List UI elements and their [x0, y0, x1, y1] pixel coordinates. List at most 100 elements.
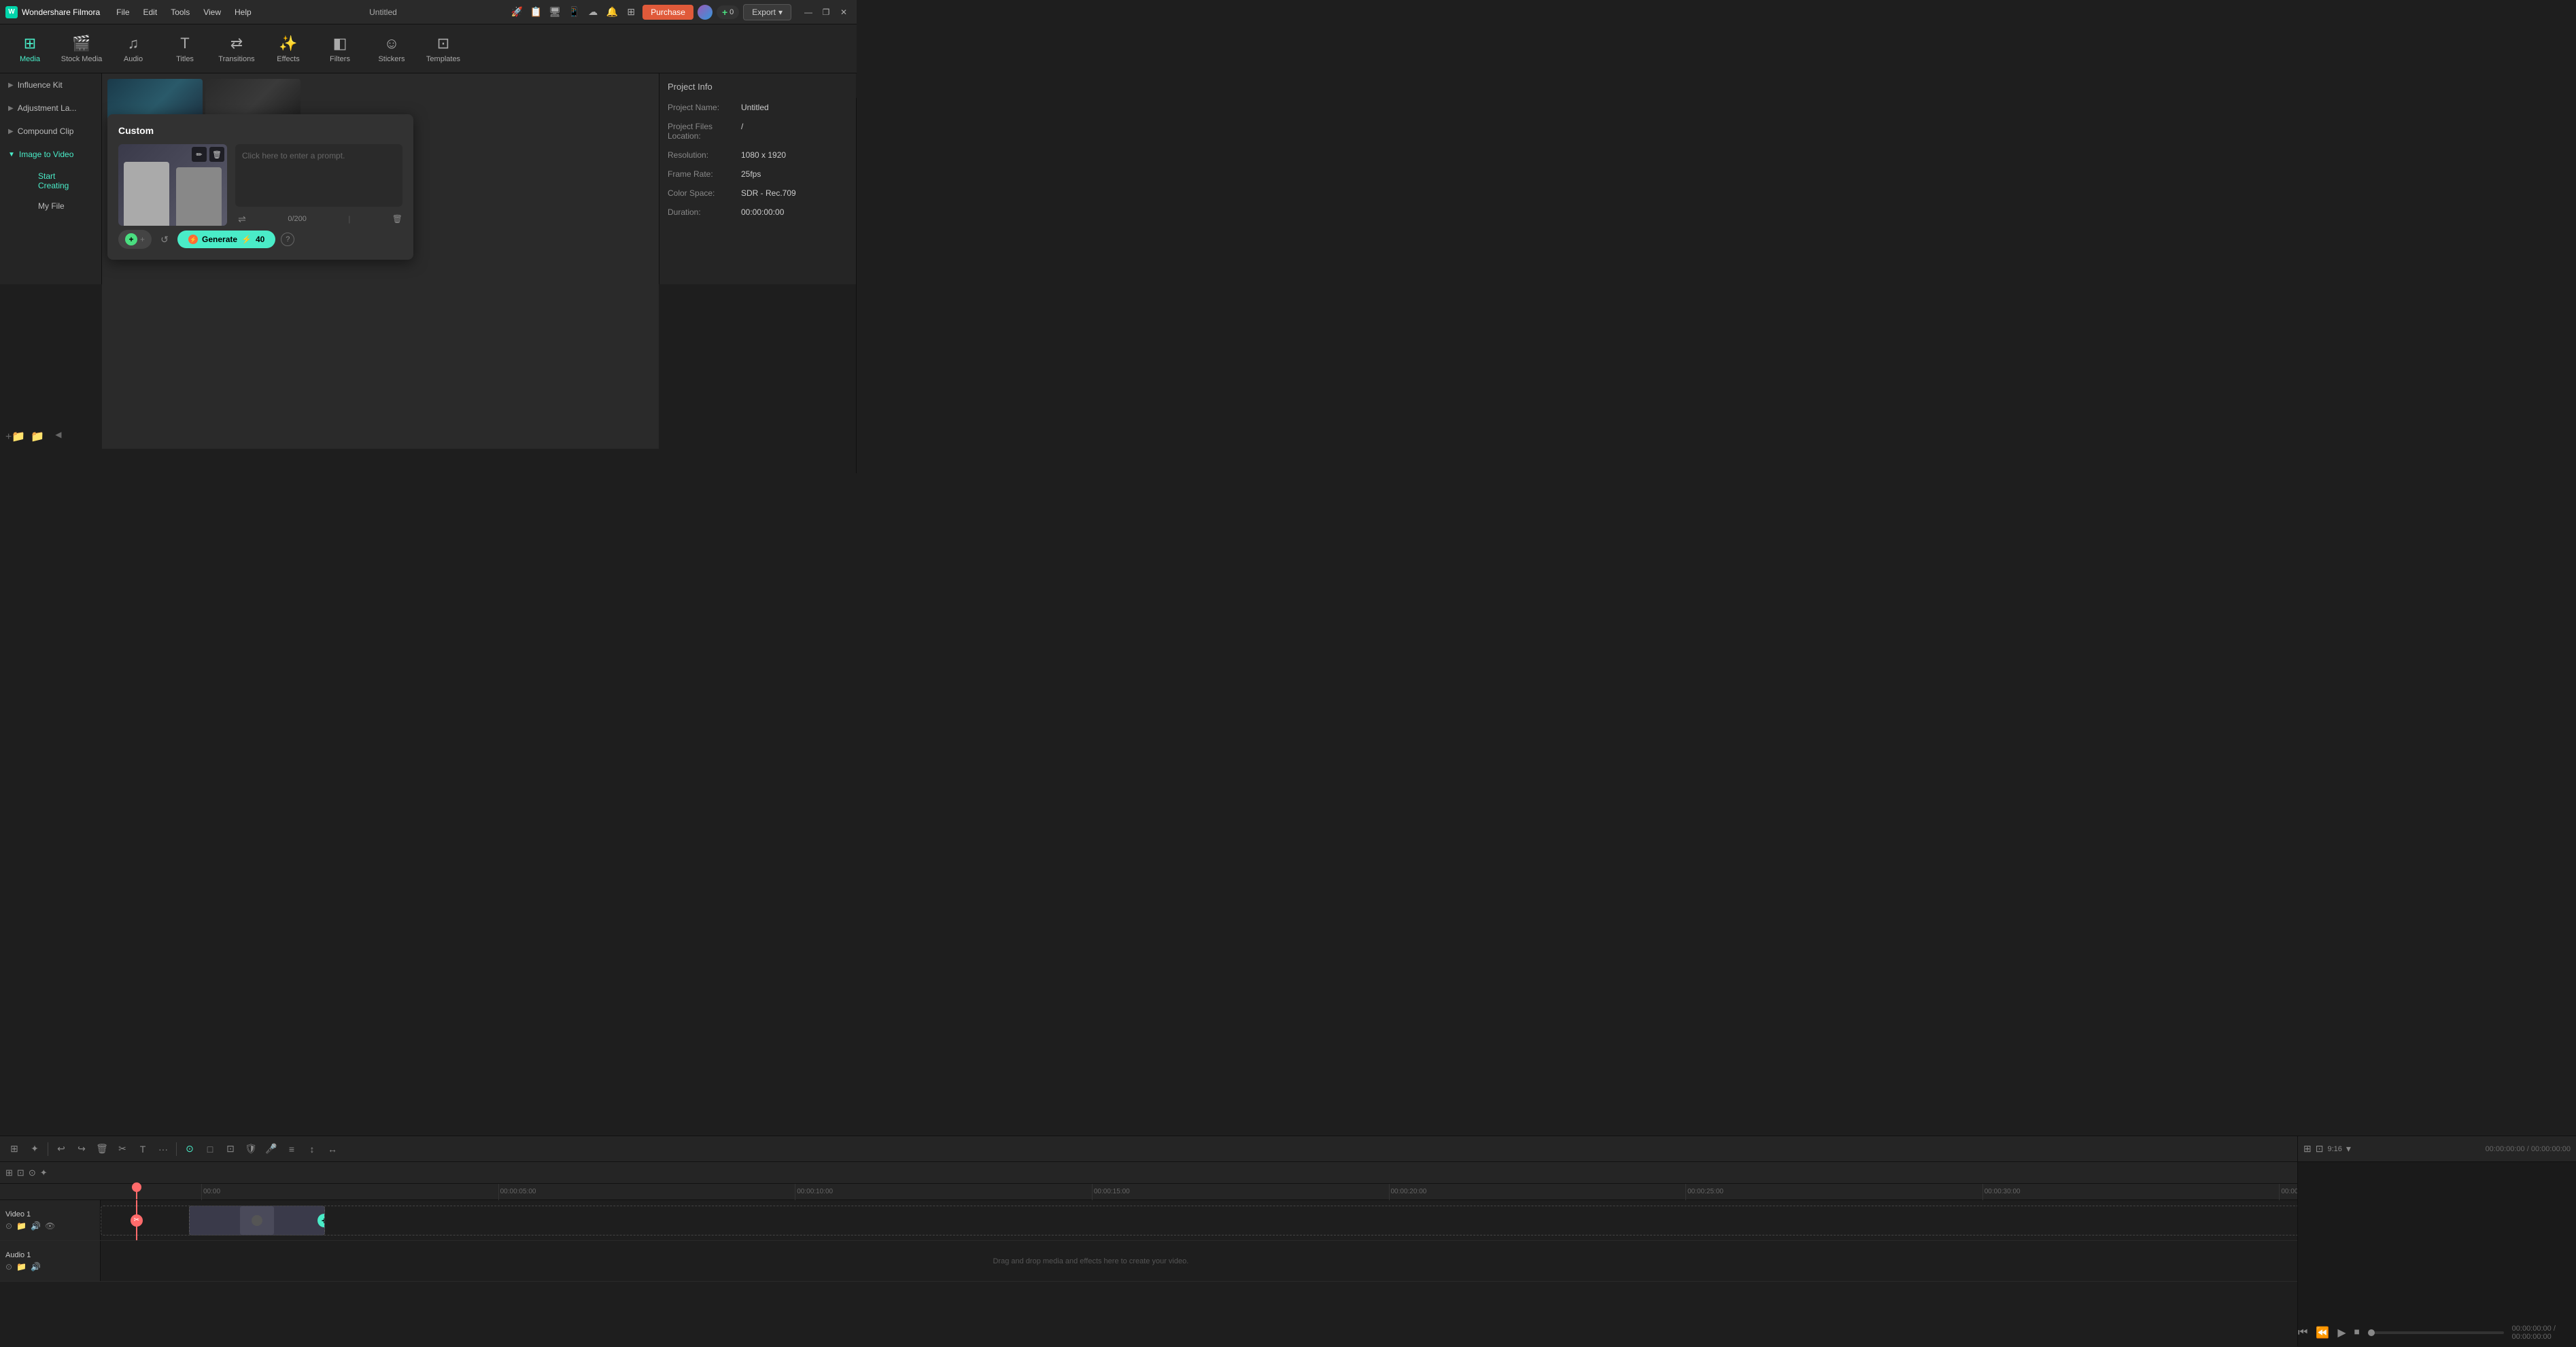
toolbar-audio[interactable]: ♫ Audio: [109, 27, 158, 71]
toolbar-effects-label: Effects: [277, 55, 299, 63]
window-controls: — ❐ ✕: [801, 5, 851, 20]
track-content-audio-1[interactable]: Drag and drop media and effects here to …: [101, 1241, 2576, 1281]
sidebar-start-creating[interactable]: Start Creating: [19, 166, 101, 196]
apps-icon[interactable]: ⊞: [623, 5, 638, 20]
bell-icon[interactable]: 🔔: [604, 5, 619, 20]
toolbar-templates[interactable]: ⊡ Templates: [419, 27, 468, 71]
maximize-button[interactable]: ❐: [819, 5, 834, 20]
export-button[interactable]: Export ▾: [743, 4, 791, 20]
timeline-layout-icon[interactable]: ⊞: [5, 1140, 23, 1158]
sidebar-sub-menu: Start Creating My File: [0, 166, 101, 216]
drop-zone-video: [101, 1206, 2576, 1235]
clear-prompt-icon[interactable]: 🗑: [392, 214, 402, 224]
menu-help[interactable]: Help: [229, 6, 257, 18]
delete-thumb-button[interactable]: 🗑: [209, 147, 224, 162]
menu-tools[interactable]: Tools: [165, 6, 195, 18]
track-eye-icon[interactable]: 👁: [45, 1221, 55, 1231]
label-duration: Duration:: [668, 207, 736, 217]
minimize-button[interactable]: —: [801, 5, 816, 20]
stop-button[interactable]: ⏹: [2354, 1327, 2360, 1339]
player-time-bottom: 00:00:00:00 / 00:00:00:00: [2512, 1325, 2576, 1341]
timeline-toolbar: ⊞ ✦ ↩ ↪ 🗑 ✂ T ··· ⊙ □ ⊡ 🛡 🎤 ≡ ↕ ↔ − + ▾: [0, 1136, 2576, 1162]
edit-thumb-button[interactable]: ✏: [192, 147, 207, 162]
audio-sync-icon[interactable]: ⊙: [29, 1167, 36, 1178]
toolbar-stock-media[interactable]: 🎬 Stock Media: [57, 27, 106, 71]
shuffle-icon[interactable]: ⇌: [235, 212, 249, 226]
shield-icon[interactable]: 🛡: [242, 1140, 260, 1158]
rocket-icon[interactable]: 🚀: [509, 5, 524, 20]
timeline-mode-icon[interactable]: ⊙: [181, 1140, 199, 1158]
track-folder-icon[interactable]: 📁: [16, 1221, 27, 1231]
prompt-area[interactable]: Click here to enter a prompt.: [235, 144, 402, 207]
ripple-edit-icon[interactable]: □: [201, 1140, 219, 1158]
play-back-button[interactable]: ⏪: [2316, 1326, 2329, 1340]
menu-bar: File Edit Tools View Help: [111, 6, 257, 18]
chevron-right-icon: ▶: [8, 82, 14, 89]
toolbar-media[interactable]: ⊞ Media: [5, 27, 54, 71]
add-media-button[interactable]: + +: [118, 230, 152, 249]
menu-edit[interactable]: Edit: [138, 6, 163, 18]
transition-icon[interactable]: ↕: [303, 1140, 321, 1158]
chevron-right-icon-3: ▶: [8, 128, 14, 135]
help-button[interactable]: ?: [281, 233, 294, 246]
label-colorspace: Color Space:: [668, 188, 736, 198]
aspect-ratio[interactable]: 9:16: [2327, 1145, 2341, 1153]
voiceover-icon[interactable]: 🎤: [262, 1140, 280, 1158]
sidebar-item-adjustment[interactable]: ▶ Adjustment La...: [0, 97, 101, 120]
add-track-icon[interactable]: ⊞: [5, 1167, 13, 1178]
clip-edit-icon[interactable]: ⊡: [222, 1140, 239, 1158]
purchase-button[interactable]: Purchase: [642, 5, 693, 20]
step-back-button[interactable]: ⏮: [2298, 1327, 2307, 1339]
link-tracks-icon[interactable]: ⊡: [17, 1167, 24, 1178]
player-toolbar-icon-2[interactable]: ⊡: [2316, 1143, 2324, 1155]
toolbar-effects[interactable]: ✨ Effects: [264, 27, 313, 71]
link-icon[interactable]: ↔: [324, 1140, 341, 1158]
more-tools-button[interactable]: ···: [154, 1140, 172, 1158]
cut-button[interactable]: ✂: [114, 1140, 131, 1158]
cloud-icon[interactable]: ☁: [585, 5, 600, 20]
audio-track-icon[interactable]: ≡: [283, 1140, 300, 1158]
audio-lock-icon[interactable]: ⊙: [5, 1262, 12, 1272]
pin-icon[interactable]: ✦: [40, 1167, 48, 1178]
refresh-button[interactable]: ↺: [157, 232, 172, 247]
mobile-icon[interactable]: 📱: [566, 5, 581, 20]
scrubber-track: [2368, 1331, 2504, 1334]
monitor-icon[interactable]: 🖥: [547, 5, 562, 20]
toolbar-titles[interactable]: T Titles: [160, 27, 209, 71]
toolbar-transitions[interactable]: ⇄ Transitions: [212, 27, 261, 71]
menu-view[interactable]: View: [198, 6, 226, 18]
close-button[interactable]: ✕: [836, 5, 851, 20]
delete-clip-button[interactable]: 🗑: [93, 1140, 111, 1158]
learn-icon[interactable]: 📋: [528, 5, 543, 20]
audio-folder-icon[interactable]: 📁: [16, 1262, 27, 1272]
timeline-scrubber[interactable]: [2368, 1331, 2504, 1334]
coin-plus-icon: +: [722, 7, 727, 18]
chevron-down-icon-player[interactable]: ▾: [2346, 1143, 2351, 1155]
prompt-placeholder: Click here to enter a prompt.: [242, 151, 345, 160]
avatar[interactable]: [698, 5, 712, 20]
redo-button[interactable]: ↪: [73, 1140, 90, 1158]
toolbar-stickers[interactable]: ☺ Stickers: [367, 27, 416, 71]
label-files-location: Project Files Location:: [668, 122, 736, 141]
titlebar-right: 🚀 📋 🖥 📱 ☁ 🔔 ⊞ Purchase + 0 Export ▾ — ❐ …: [509, 4, 851, 20]
generate-button[interactable]: ⚡ Generate ⚡ 40: [177, 231, 275, 248]
sidebar-item-image-to-video[interactable]: ▼ Image to Video: [0, 143, 101, 166]
player-controls: ⏮ ⏪ ▶ ⏹ 00:00:00:00 / 00:00:00:00: [2298, 1325, 2576, 1341]
track-volume-icon[interactable]: 🔊: [31, 1221, 41, 1231]
ruler-mark-6: 00:00:30:00: [1982, 1184, 2280, 1200]
popup-icons-left: ⇌: [235, 212, 249, 226]
timeline-magnet-icon[interactable]: ✦: [26, 1140, 44, 1158]
sidebar-my-file[interactable]: My File: [19, 196, 101, 216]
sidebar-item-influence-kit[interactable]: ▶ Influence Kit: [0, 73, 101, 97]
track-lock-icon[interactable]: ⊙: [5, 1221, 12, 1231]
track-content-video-1[interactable]: ✂ +: [101, 1200, 2576, 1240]
text-button[interactable]: T: [134, 1140, 152, 1158]
toolbar-filters[interactable]: ◧ Filters: [315, 27, 364, 71]
undo-button[interactable]: ↩: [52, 1140, 70, 1158]
play-button[interactable]: ▶: [2337, 1326, 2346, 1340]
menu-file[interactable]: File: [111, 6, 135, 18]
sidebar-item-compound-clip[interactable]: ▶ Compound Clip: [0, 120, 101, 143]
toolbar-transitions-label: Transitions: [218, 55, 254, 63]
player-toolbar-icon-1[interactable]: ⊞: [2303, 1143, 2312, 1155]
audio-volume-icon[interactable]: 🔊: [31, 1262, 41, 1272]
